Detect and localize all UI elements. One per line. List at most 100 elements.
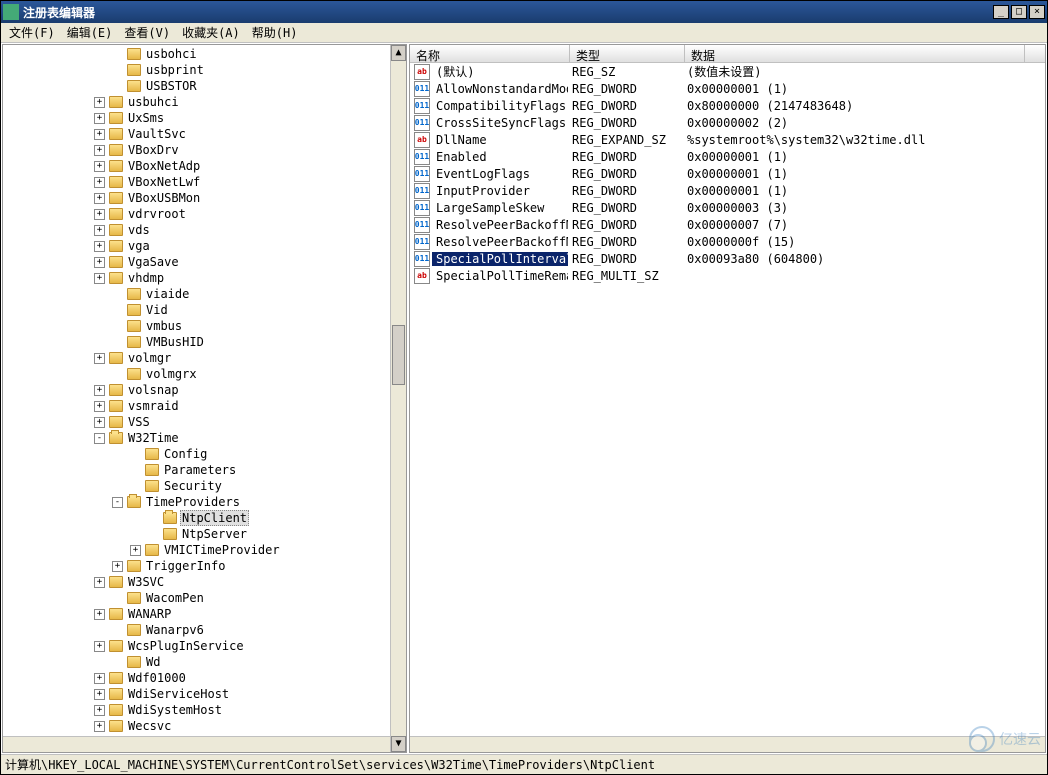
tree-node[interactable]: NtpClient: [4, 510, 405, 526]
tree-node[interactable]: WacomPen: [4, 590, 405, 606]
tree-node[interactable]: - TimeProviders: [4, 494, 405, 510]
values-h-scrollbar[interactable]: [410, 736, 1045, 752]
tree-node-label[interactable]: vga: [126, 239, 152, 253]
value-row[interactable]: abDllNameREG_EXPAND_SZ%systemroot%\syste…: [410, 131, 1045, 148]
expand-icon[interactable]: +: [94, 673, 105, 684]
tree-node[interactable]: + WcsPlugInService: [4, 638, 405, 654]
tree-node[interactable]: +VMICTimeProvider: [4, 542, 405, 558]
tree-v-scrollbar[interactable]: ▲ ▼: [390, 45, 406, 752]
tree-node[interactable]: usbprint: [4, 62, 405, 78]
tree-node[interactable]: +WdiServiceHost: [4, 686, 405, 702]
value-row[interactable]: 011InputProviderREG_DWORD0x00000001 (1): [410, 182, 1045, 199]
tree-node[interactable]: + WANARP: [4, 606, 405, 622]
tree-node-label[interactable]: VMBusHID: [144, 335, 206, 349]
tree-node[interactable]: + VBoxNetLwf: [4, 174, 405, 190]
col-name[interactable]: 名称: [410, 45, 570, 62]
tree-node[interactable]: Parameters: [4, 462, 405, 478]
expand-icon[interactable]: +: [94, 193, 105, 204]
tree-node[interactable]: Config: [4, 446, 405, 462]
tree-node-label[interactable]: VBoxUSBMon: [126, 191, 202, 205]
collapse-icon[interactable]: -: [112, 497, 123, 508]
menu-view[interactable]: 查看(V): [118, 22, 176, 43]
tree-node[interactable]: +WdiSystemHost: [4, 702, 405, 718]
tree-node-label[interactable]: VBoxNetAdp: [126, 159, 202, 173]
scroll-thumb[interactable]: [392, 325, 405, 385]
tree-node-label[interactable]: Wd: [144, 655, 162, 669]
tree-node[interactable]: NtpServer: [4, 526, 405, 542]
tree-node-label[interactable]: volmgr: [126, 351, 173, 365]
tree-node-label[interactable]: vhdmp: [126, 271, 166, 285]
tree-node-label[interactable]: WdiSystemHost: [126, 703, 224, 717]
tree-node-label[interactable]: Config: [162, 447, 209, 461]
expand-icon[interactable]: +: [112, 561, 123, 572]
tree-node[interactable]: -W32Time: [4, 430, 405, 446]
tree-node-label[interactable]: VBoxNetLwf: [126, 175, 202, 189]
tree-node[interactable]: + VBoxUSBMon: [4, 190, 405, 206]
close-button[interactable]: ×: [1029, 5, 1045, 19]
tree-node[interactable]: +vds: [4, 222, 405, 238]
tree-node-label[interactable]: volsnap: [126, 383, 181, 397]
expand-icon[interactable]: +: [94, 641, 105, 652]
tree-node-label[interactable]: TimeProviders: [144, 495, 242, 509]
titlebar[interactable]: 注册表编辑器 _ □ ×: [1, 1, 1047, 23]
value-row[interactable]: 011CompatibilityFlagsREG_DWORD0x80000000…: [410, 97, 1045, 114]
minimize-button[interactable]: _: [993, 5, 1009, 19]
tree-node[interactable]: +W3SVC: [4, 574, 405, 590]
value-row[interactable]: 011ResolvePeerBackoffM...REG_DWORD0x0000…: [410, 216, 1045, 233]
tree-node[interactable]: volmgrx: [4, 366, 405, 382]
tree-node-label[interactable]: Parameters: [162, 463, 238, 477]
value-row[interactable]: 011CrossSiteSyncFlagsREG_DWORD0x00000002…: [410, 114, 1045, 131]
tree-node-label[interactable]: vds: [126, 223, 152, 237]
tree-node[interactable]: viaide: [4, 286, 405, 302]
expand-icon[interactable]: +: [94, 721, 105, 732]
tree-node-label[interactable]: Wecsvc: [126, 719, 173, 733]
tree-node-label[interactable]: vmbus: [144, 319, 184, 333]
col-type[interactable]: 类型: [570, 45, 685, 62]
expand-icon[interactable]: +: [94, 257, 105, 268]
tree-node-label[interactable]: TriggerInfo: [144, 559, 227, 573]
scroll-down-button[interactable]: ▼: [391, 736, 406, 752]
menu-favorites[interactable]: 收藏夹(A): [176, 22, 246, 43]
tree-node[interactable]: + Wecsvc: [4, 718, 405, 734]
tree-node-label[interactable]: NtpServer: [180, 527, 249, 541]
tree-node[interactable]: Wd: [4, 654, 405, 670]
expand-icon[interactable]: +: [94, 209, 105, 220]
expand-icon[interactable]: +: [94, 385, 105, 396]
tree-node-label[interactable]: UxSms: [126, 111, 166, 125]
tree-node-label[interactable]: WcsPlugInService: [126, 639, 246, 653]
expand-icon[interactable]: +: [94, 273, 105, 284]
tree-node-label[interactable]: VMICTimeProvider: [162, 543, 282, 557]
expand-icon[interactable]: +: [94, 241, 105, 252]
tree-node-label[interactable]: WANARP: [126, 607, 173, 621]
tree-node-label[interactable]: usbuhci: [126, 95, 181, 109]
expand-icon[interactable]: +: [94, 401, 105, 412]
tree-node-label[interactable]: VaultSvc: [126, 127, 188, 141]
tree-node-label[interactable]: Vid: [144, 303, 170, 317]
tree-node-label[interactable]: USBSTOR: [144, 79, 199, 93]
collapse-icon[interactable]: -: [94, 433, 105, 444]
values-list[interactable]: ab(默认)REG_SZ(数值未设置)011AllowNonstandardMo…: [410, 63, 1045, 284]
expand-icon[interactable]: +: [94, 145, 105, 156]
tree-node[interactable]: +VSS: [4, 414, 405, 430]
value-row[interactable]: abSpecialPollTimeRema...REG_MULTI_SZ: [410, 267, 1045, 284]
value-row[interactable]: 011AllowNonstandardMod...REG_DWORD0x0000…: [410, 80, 1045, 97]
tree-node[interactable]: vmbus: [4, 318, 405, 334]
tree-node[interactable]: VMBusHID: [4, 334, 405, 350]
tree-node[interactable]: +volmgr: [4, 350, 405, 366]
tree-node-label[interactable]: VBoxDrv: [126, 143, 181, 157]
expand-icon[interactable]: +: [94, 177, 105, 188]
menu-file[interactable]: 文件(F): [3, 22, 61, 43]
expand-icon[interactable]: +: [94, 577, 105, 588]
tree-node[interactable]: Wanarpv6: [4, 622, 405, 638]
tree-node[interactable]: Vid: [4, 302, 405, 318]
tree-node-label[interactable]: WdiServiceHost: [126, 687, 231, 701]
tree-node[interactable]: + vhdmp: [4, 270, 405, 286]
expand-icon[interactable]: +: [94, 609, 105, 620]
value-row[interactable]: 011LargeSampleSkewREG_DWORD0x00000003 (3…: [410, 199, 1045, 216]
tree-node-label[interactable]: WacomPen: [144, 591, 206, 605]
value-row[interactable]: 011EventLogFlagsREG_DWORD0x00000001 (1): [410, 165, 1045, 182]
tree-node[interactable]: +VaultSvc: [4, 126, 405, 142]
tree-node[interactable]: +vdrvroot: [4, 206, 405, 222]
tree-node[interactable]: usbohci: [4, 46, 405, 62]
tree-node[interactable]: Security: [4, 478, 405, 494]
